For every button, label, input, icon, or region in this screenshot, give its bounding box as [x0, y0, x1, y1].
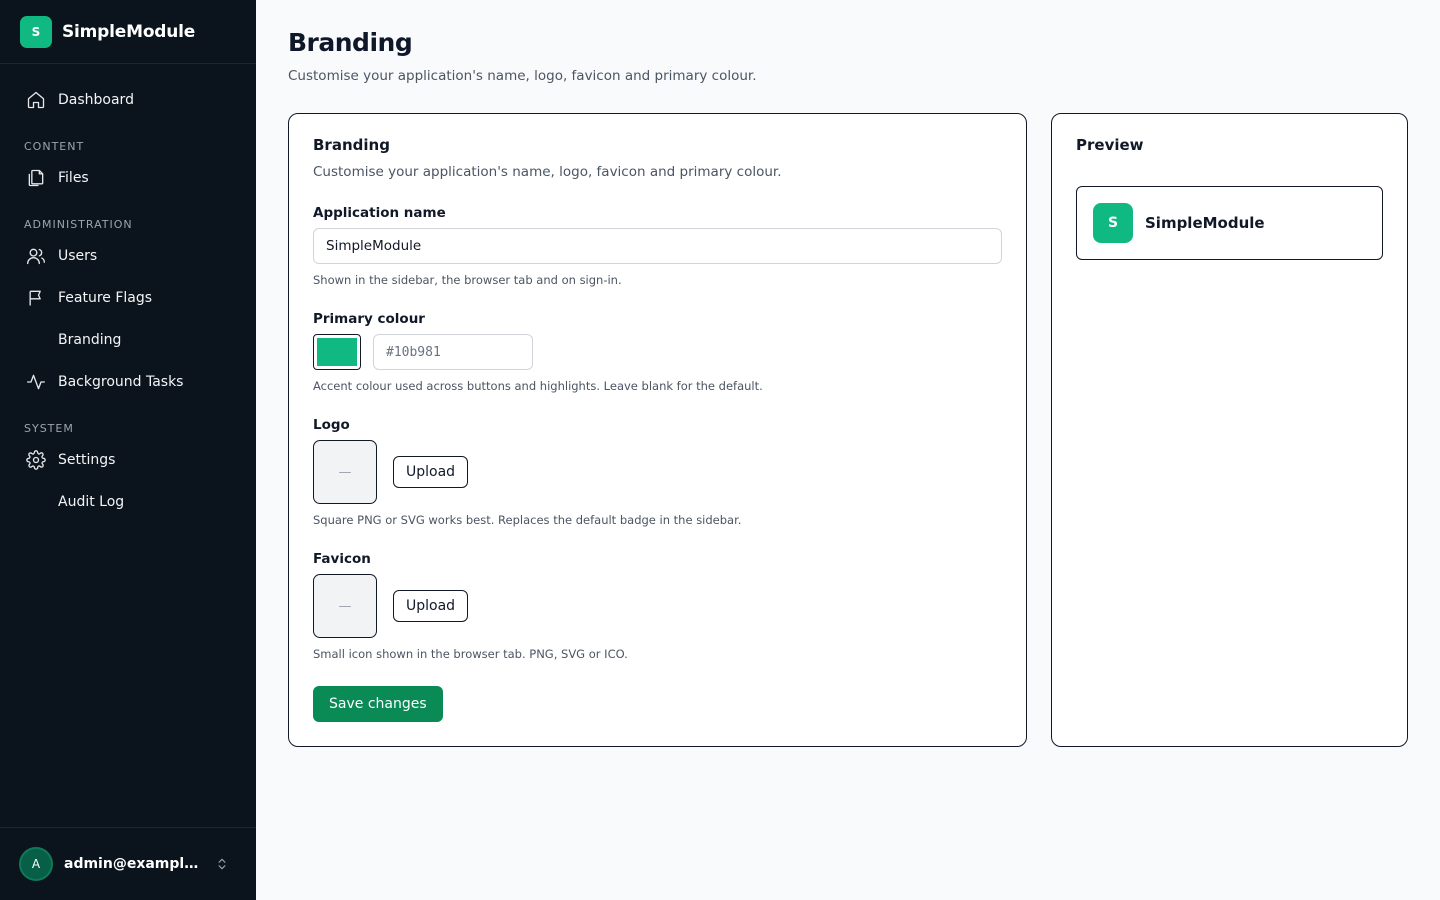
sidebar-item-label: Dashboard: [58, 92, 134, 108]
home-icon: [26, 90, 46, 110]
colour-picker[interactable]: [313, 334, 361, 370]
sidebar-item-users[interactable]: Users: [0, 235, 256, 277]
card-title: Branding: [313, 136, 390, 154]
primary-colour-hint: Accent colour used across buttons and hi…: [313, 379, 763, 393]
branding-form-card: Branding Customise your application's na…: [288, 113, 1027, 747]
logo-label: Logo: [313, 417, 350, 433]
sidebar-item-branding[interactable]: Branding: [0, 319, 256, 361]
user-menu[interactable]: A admin@example.co...: [0, 827, 256, 900]
app-name: SimpleModule: [62, 21, 196, 42]
app-logo-badge: S: [20, 15, 52, 48]
sidebar-item-audit-log[interactable]: Audit Log: [0, 481, 256, 523]
logo-upload-button[interactable]: Upload: [393, 456, 469, 488]
save-changes-button[interactable]: Save changes: [313, 686, 443, 722]
sidebar-item-label: Files: [58, 170, 89, 186]
preview-title: Preview: [1076, 136, 1144, 154]
avatar: A: [19, 847, 53, 881]
app-name-input[interactable]: SimpleModule: [313, 228, 1002, 264]
favicon-hint: Small icon shown in the browser tab. PNG…: [313, 647, 628, 661]
files-icon: [26, 168, 46, 188]
section-label-system: SYSTEM: [24, 422, 74, 435]
sidebar-item-feature-flags[interactable]: Feature Flags: [0, 277, 256, 319]
sidebar-item-settings[interactable]: Settings: [0, 439, 256, 481]
sidebar-nav: Dashboard CONTENT Files ADMINISTRATION U…: [0, 64, 256, 523]
sidebar-item-label: Settings: [58, 452, 116, 468]
sidebar-item-label: Users: [58, 248, 98, 264]
preview-logo-badge: S: [1093, 203, 1133, 243]
logo-preview: —: [313, 440, 377, 504]
sidebar: S SimpleModule Dashboard CONTENT Files A…: [0, 0, 256, 900]
sidebar-item-label: Background Tasks: [58, 374, 184, 390]
chevron-up-down-icon[interactable]: [214, 856, 230, 872]
sidebar-item-files[interactable]: Files: [0, 157, 256, 199]
colour-hex-input[interactable]: #10b981: [373, 334, 533, 370]
sidebar-item-background-tasks[interactable]: Background Tasks: [0, 361, 256, 403]
user-email: admin@example.co...: [64, 856, 206, 872]
preview-card: Preview S SimpleModule: [1051, 113, 1408, 747]
colour-swatch: [317, 338, 357, 366]
users-icon: [26, 246, 46, 266]
sidebar-item-dashboard[interactable]: Dashboard: [0, 79, 256, 121]
activity-icon: [26, 372, 46, 392]
sidebar-item-label: Branding: [58, 332, 122, 348]
sidebar-brand-preview: S SimpleModule: [1076, 186, 1383, 260]
sidebar-item-label: Feature Flags: [58, 290, 153, 306]
favicon-label: Favicon: [313, 551, 371, 567]
section-label-administration: ADMINISTRATION: [24, 218, 133, 231]
app-name-label: Application name: [313, 205, 446, 221]
sidebar-brand[interactable]: S SimpleModule: [0, 0, 256, 64]
favicon-upload-button[interactable]: Upload: [393, 590, 469, 622]
logo-hint: Square PNG or SVG works best. Replaces t…: [313, 513, 742, 527]
gear-icon: [26, 450, 46, 470]
section-label-content: CONTENT: [24, 140, 85, 153]
sidebar-item-label: Audit Log: [58, 494, 125, 510]
app-name-hint: Shown in the sidebar, the browser tab an…: [313, 273, 622, 287]
primary-colour-label: Primary colour: [313, 311, 425, 327]
page-subtitle: Customise your application's name, logo,…: [288, 68, 757, 84]
flag-icon: [26, 288, 46, 308]
favicon-preview: —: [313, 574, 377, 638]
page-title: Branding: [288, 28, 413, 57]
card-description: Customise your application's name, logo,…: [313, 164, 782, 180]
preview-app-name: SimpleModule: [1145, 214, 1265, 232]
